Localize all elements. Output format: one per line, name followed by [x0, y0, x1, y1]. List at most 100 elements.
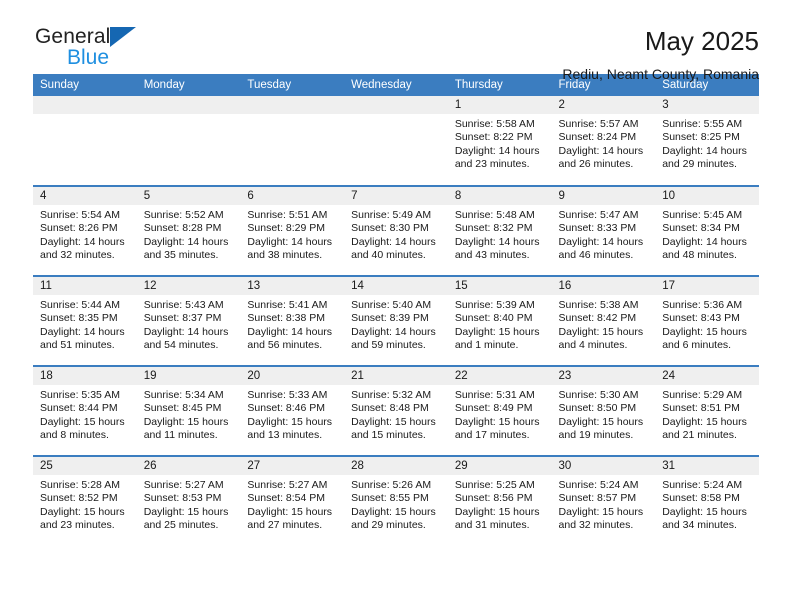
calendar-day-cell[interactable]: 19 Sunrise: 5:34 AM Sunset: 8:45 PM Dayligh…: [136, 365, 241, 456]
day-number: 27: [240, 457, 345, 475]
day-cell-content: 29 Sunrise: 5:25 AM Sunset: 8:56 PM Dayligh…: [447, 457, 552, 545]
sunset-text: Sunset: 8:45 PM: [143, 402, 222, 415]
daylight-text: Daylight: 14 hours and 56 minutes.: [247, 325, 333, 351]
calendar-day-cell[interactable]: 21 Sunrise: 5:32 AM Sunset: 8:48 PM Dayligh…: [344, 365, 448, 456]
calendar-day-cell[interactable]: 5 Sunrise: 5:52 AM Sunset: 8:28 PM Daylight…: [136, 185, 241, 276]
day-number: [240, 96, 345, 114]
calendar-day-cell[interactable]: 9 Sunrise: 5:47 AM Sunset: 8:33 PM Daylight…: [551, 185, 656, 276]
day-number: 24: [655, 367, 759, 385]
calendar-day-cell[interactable]: 10 Sunrise: 5:45 AM Sunset: 8:34 PM Dayligh…: [655, 185, 759, 276]
day-cell-content: 7 Sunrise: 5:49 AM Sunset: 8:30 PM Daylight…: [344, 187, 448, 275]
calendar-week-row: 11 Sunrise: 5:44 AM Sunset: 8:35 PM Dayligh…: [33, 275, 759, 366]
calendar-day-cell[interactable]: 12 Sunrise: 5:43 AM Sunset: 8:37 PM Dayligh…: [136, 275, 241, 366]
calendar-day-cell[interactable]: 6 Sunrise: 5:51 AM Sunset: 8:29 PM Daylight…: [240, 185, 345, 276]
day-number: 20: [240, 367, 345, 385]
calendar-day-cell[interactable]: 15 Sunrise: 5:39 AM Sunset: 8:40 PM Dayligh…: [447, 275, 552, 366]
calendar-day-cell[interactable]: [344, 96, 448, 186]
sunrise-text: Sunrise: 5:34 AM: [143, 389, 224, 401]
calendar-day-cell[interactable]: 30 Sunrise: 5:24 AM Sunset: 8:57 PM Dayligh…: [551, 455, 656, 546]
daylight-text: Daylight: 14 hours and 35 minutes.: [143, 235, 229, 261]
location-subtitle: Rediu, Neamt County, Romania: [562, 66, 759, 82]
calendar-week-row: 1 Sunrise: 5:58 AM Sunset: 8:22 PM Daylight…: [33, 96, 759, 186]
calendar-day-cell[interactable]: 16 Sunrise: 5:38 AM Sunset: 8:42 PM Dayligh…: [551, 275, 656, 366]
daylight-text: Daylight: 15 hours and 11 minutes.: [143, 415, 229, 441]
day-sun-info: Sunrise: 5:43 AM Sunset: 8:37 PM Daylight:…: [137, 295, 241, 352]
day-sun-info: Sunrise: 5:41 AM Sunset: 8:38 PM Daylight:…: [240, 295, 344, 352]
calendar-day-cell[interactable]: 17 Sunrise: 5:36 AM Sunset: 8:43 PM Dayligh…: [655, 275, 759, 366]
calendar-day-cell[interactable]: 3 Sunrise: 5:55 AM Sunset: 8:25 PM Daylight…: [655, 96, 759, 186]
sunset-text: Sunset: 8:42 PM: [558, 312, 637, 325]
sunrise-text: Sunrise: 5:49 AM: [351, 209, 432, 221]
calendar-day-cell[interactable]: 18 Sunrise: 5:35 AM Sunset: 8:44 PM Dayligh…: [33, 365, 137, 456]
day-sun-info: Sunrise: 5:52 AM Sunset: 8:28 PM Daylight:…: [137, 205, 241, 262]
sunrise-text: Sunrise: 5:41 AM: [247, 299, 328, 311]
day-cell-content: 14 Sunrise: 5:40 AM Sunset: 8:39 PM Dayligh…: [344, 277, 448, 365]
daylight-text: Daylight: 15 hours and 17 minutes.: [454, 415, 540, 441]
calendar-day-cell[interactable]: [33, 96, 137, 186]
calendar-day-cell[interactable]: 24 Sunrise: 5:29 AM Sunset: 8:51 PM Dayligh…: [655, 365, 759, 456]
sunrise-text: Sunrise: 5:24 AM: [662, 479, 743, 491]
calendar-day-cell[interactable]: 29 Sunrise: 5:25 AM Sunset: 8:56 PM Dayligh…: [447, 455, 552, 546]
day-number: 3: [655, 96, 759, 114]
day-cell-content: 16 Sunrise: 5:38 AM Sunset: 8:42 PM Dayligh…: [551, 277, 656, 365]
calendar-day-cell[interactable]: 2 Sunrise: 5:57 AM Sunset: 8:24 PM Daylight…: [551, 96, 656, 186]
calendar-day-cell[interactable]: 7 Sunrise: 5:49 AM Sunset: 8:30 PM Daylight…: [344, 185, 448, 276]
calendar-day-cell[interactable]: 31 Sunrise: 5:24 AM Sunset: 8:58 PM Dayligh…: [655, 455, 759, 546]
daylight-text: Daylight: 14 hours and 51 minutes.: [40, 325, 125, 351]
day-number: 19: [136, 367, 241, 385]
day-number: 21: [344, 367, 448, 385]
calendar-day-cell[interactable]: 28 Sunrise: 5:26 AM Sunset: 8:55 PM Dayligh…: [344, 455, 448, 546]
sunset-text: Sunset: 8:44 PM: [40, 402, 118, 415]
calendar-day-cell[interactable]: 27 Sunrise: 5:27 AM Sunset: 8:54 PM Dayligh…: [240, 455, 345, 546]
sunset-text: Sunset: 8:34 PM: [662, 222, 740, 235]
sunset-text: Sunset: 8:35 PM: [40, 312, 118, 325]
day-cell-content: [136, 96, 241, 184]
calendar-day-cell[interactable]: 23 Sunrise: 5:30 AM Sunset: 8:50 PM Dayligh…: [551, 365, 656, 456]
day-sun-info: Sunrise: 5:47 AM Sunset: 8:33 PM Daylight:…: [552, 205, 656, 262]
calendar-day-cell[interactable]: 20 Sunrise: 5:33 AM Sunset: 8:46 PM Dayligh…: [240, 365, 345, 456]
day-number: 1: [447, 96, 552, 114]
day-cell-content: 9 Sunrise: 5:47 AM Sunset: 8:33 PM Daylight…: [551, 187, 656, 275]
sunrise-text: Sunrise: 5:57 AM: [558, 118, 639, 130]
day-cell-content: 5 Sunrise: 5:52 AM Sunset: 8:28 PM Daylight…: [136, 187, 241, 275]
calendar-day-cell[interactable]: 13 Sunrise: 5:41 AM Sunset: 8:38 PM Dayligh…: [240, 275, 345, 366]
calendar-day-cell[interactable]: [240, 96, 345, 186]
day-number: 22: [447, 367, 552, 385]
calendar-day-cell[interactable]: [136, 96, 241, 186]
calendar-grid: Sunday Monday Tuesday Wednesday Thursday…: [33, 74, 759, 546]
weekday-header-tuesday: Tuesday: [240, 74, 345, 96]
calendar-day-cell[interactable]: 8 Sunrise: 5:48 AM Sunset: 8:32 PM Daylight…: [447, 185, 552, 276]
sunrise-text: Sunrise: 5:38 AM: [558, 299, 639, 311]
day-cell-content: 25 Sunrise: 5:28 AM Sunset: 8:52 PM Dayligh…: [33, 457, 137, 545]
daylight-text: Daylight: 15 hours and 8 minutes.: [40, 415, 125, 441]
calendar-day-cell[interactable]: 11 Sunrise: 5:44 AM Sunset: 8:35 PM Dayligh…: [33, 275, 137, 366]
daylight-text: Daylight: 15 hours and 4 minutes.: [558, 325, 644, 351]
page-title: May 2025: [644, 26, 759, 56]
day-sun-info: Sunrise: 5:35 AM Sunset: 8:44 PM Daylight:…: [33, 385, 137, 442]
daylight-text: Daylight: 14 hours and 59 minutes.: [351, 325, 436, 351]
weekday-header-wednesday: Wednesday: [344, 74, 448, 96]
calendar-day-cell[interactable]: 1 Sunrise: 5:58 AM Sunset: 8:22 PM Daylight…: [447, 96, 552, 186]
brand-triangle-icon: [110, 27, 137, 47]
day-number: 8: [447, 187, 552, 205]
daylight-text: Daylight: 15 hours and 27 minutes.: [247, 505, 333, 531]
calendar-day-cell[interactable]: 22 Sunrise: 5:31 AM Sunset: 8:49 PM Dayligh…: [447, 365, 552, 456]
day-number: 17: [655, 277, 759, 295]
day-cell-content: 1 Sunrise: 5:58 AM Sunset: 8:22 PM Daylight…: [447, 96, 552, 184]
calendar-day-cell[interactable]: 14 Sunrise: 5:40 AM Sunset: 8:39 PM Dayligh…: [344, 275, 448, 366]
sunset-text: Sunset: 8:53 PM: [143, 492, 222, 505]
day-cell-content: 30 Sunrise: 5:24 AM Sunset: 8:57 PM Dayligh…: [551, 457, 656, 545]
calendar-week-row: 18 Sunrise: 5:35 AM Sunset: 8:44 PM Dayligh…: [33, 365, 759, 456]
calendar-day-cell[interactable]: 26 Sunrise: 5:27 AM Sunset: 8:53 PM Dayligh…: [136, 455, 241, 546]
calendar-day-cell[interactable]: 4 Sunrise: 5:54 AM Sunset: 8:26 PM Daylight…: [33, 185, 137, 276]
calendar-body: 1 Sunrise: 5:58 AM Sunset: 8:22 PM Daylight…: [33, 96, 759, 546]
sunrise-text: Sunrise: 5:54 AM: [40, 209, 120, 221]
daylight-text: Daylight: 15 hours and 13 minutes.: [247, 415, 333, 441]
sunset-text: Sunset: 8:50 PM: [558, 402, 637, 415]
day-cell-content: 6 Sunrise: 5:51 AM Sunset: 8:29 PM Daylight…: [240, 187, 345, 275]
sunrise-text: Sunrise: 5:39 AM: [454, 299, 535, 311]
daylight-text: Daylight: 14 hours and 46 minutes.: [558, 235, 644, 261]
day-cell-content: 27 Sunrise: 5:27 AM Sunset: 8:54 PM Dayligh…: [240, 457, 345, 545]
calendar-day-cell[interactable]: 25 Sunrise: 5:28 AM Sunset: 8:52 PM Dayligh…: [33, 455, 137, 546]
day-sun-info: Sunrise: 5:44 AM Sunset: 8:35 PM Daylight:…: [33, 295, 137, 352]
